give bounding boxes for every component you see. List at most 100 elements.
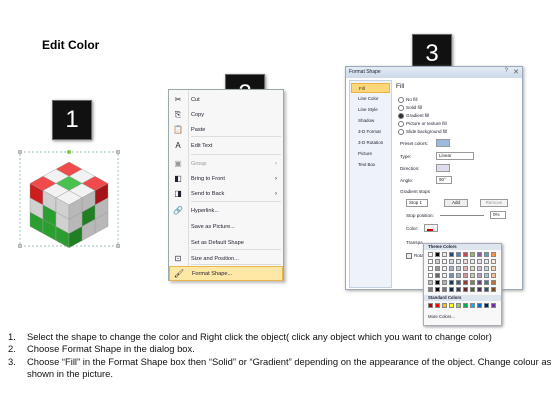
theme-color-swatch[interactable] xyxy=(477,266,482,271)
menu-item-cut[interactable]: ✂ Cut xyxy=(169,92,283,107)
nav-item-line-style[interactable]: Line Style xyxy=(351,105,390,115)
theme-color-swatch[interactable] xyxy=(484,287,489,292)
cube-shape[interactable] xyxy=(18,150,120,248)
theme-color-swatch[interactable] xyxy=(484,259,489,264)
theme-color-swatch[interactable] xyxy=(456,266,461,271)
theme-color-swatch[interactable] xyxy=(470,287,475,292)
theme-color-swatch[interactable] xyxy=(428,259,433,264)
theme-color-swatch[interactable] xyxy=(477,287,482,292)
theme-color-swatch[interactable] xyxy=(491,287,496,292)
theme-color-swatch[interactable] xyxy=(456,273,461,278)
theme-color-swatch[interactable] xyxy=(442,280,447,285)
stop-position-slider[interactable] xyxy=(440,215,484,216)
nav-item-3-d-rotation[interactable]: 3-D Rotation xyxy=(351,138,390,148)
menu-item-edit-text[interactable]: A Edit Text xyxy=(169,138,283,153)
standard-color-swatch[interactable] xyxy=(491,303,496,308)
theme-color-swatch[interactable] xyxy=(428,280,433,285)
nav-item-3-d-format[interactable]: 3-D Format xyxy=(351,127,390,137)
theme-color-swatch[interactable] xyxy=(449,287,454,292)
theme-color-swatch[interactable] xyxy=(428,266,433,271)
theme-color-swatch[interactable] xyxy=(470,259,475,264)
theme-color-swatch[interactable] xyxy=(491,280,496,285)
nav-item-line-color[interactable]: Line Color xyxy=(351,94,390,104)
theme-color-swatch[interactable] xyxy=(449,259,454,264)
fill-option-solid[interactable]: Solid fill xyxy=(398,105,422,111)
fill-option-none[interactable]: No fill xyxy=(398,97,418,103)
nav-item-shadow[interactable]: Shadow xyxy=(351,116,390,126)
theme-color-swatch[interactable] xyxy=(470,252,475,257)
menu-item-bring-to-front[interactable]: ◧ Bring to Front › xyxy=(169,171,283,186)
theme-color-swatch[interactable] xyxy=(449,280,454,285)
standard-color-swatch[interactable] xyxy=(428,303,433,308)
menu-item-send-to-back[interactable]: ◨ Send to Back › xyxy=(169,186,283,201)
preset-colors-button[interactable] xyxy=(436,139,450,147)
theme-color-swatch[interactable] xyxy=(491,259,496,264)
theme-color-swatch[interactable] xyxy=(435,252,440,257)
menu-item-format-shape[interactable]: 🖌 Format Shape... xyxy=(169,266,283,281)
type-select[interactable]: Linear xyxy=(436,152,474,160)
theme-color-swatch[interactable] xyxy=(442,273,447,278)
theme-color-swatch[interactable] xyxy=(484,266,489,271)
theme-color-swatch[interactable] xyxy=(463,252,468,257)
standard-color-swatch[interactable] xyxy=(449,303,454,308)
standard-color-swatch[interactable] xyxy=(463,303,468,308)
fill-option-picture[interactable]: Picture or texture fill xyxy=(398,121,447,127)
direction-button[interactable] xyxy=(436,164,450,172)
theme-color-swatch[interactable] xyxy=(442,287,447,292)
theme-color-swatch[interactable] xyxy=(449,273,454,278)
theme-color-swatch[interactable] xyxy=(463,259,468,264)
theme-color-swatch[interactable] xyxy=(477,273,482,278)
theme-color-swatch[interactable] xyxy=(442,266,447,271)
theme-color-swatch[interactable] xyxy=(449,252,454,257)
nav-item-picture[interactable]: Picture xyxy=(351,149,390,159)
theme-color-swatch[interactable] xyxy=(491,266,496,271)
menu-item-hyperlink[interactable]: 🔗 Hyperlink... xyxy=(169,203,283,218)
standard-color-swatch[interactable] xyxy=(442,303,447,308)
stop-select[interactable]: Stop 1 xyxy=(406,199,428,207)
theme-color-swatch[interactable] xyxy=(442,259,447,264)
theme-color-swatch[interactable] xyxy=(484,273,489,278)
theme-color-swatch[interactable] xyxy=(470,273,475,278)
theme-color-swatch[interactable] xyxy=(442,252,447,257)
theme-color-swatch[interactable] xyxy=(491,252,496,257)
theme-color-swatch[interactable] xyxy=(463,280,468,285)
theme-color-swatch[interactable] xyxy=(435,287,440,292)
theme-color-swatch[interactable] xyxy=(470,266,475,271)
menu-item-save-as-picture[interactable]: Save as Picture... xyxy=(169,219,283,234)
theme-color-swatch[interactable] xyxy=(428,273,433,278)
theme-color-swatch[interactable] xyxy=(435,280,440,285)
fill-option-gradient[interactable]: Gradient fill xyxy=(398,113,429,119)
standard-color-swatch[interactable] xyxy=(470,303,475,308)
standard-color-swatch[interactable] xyxy=(484,303,489,308)
standard-color-swatch[interactable] xyxy=(456,303,461,308)
stop-position-input[interactable]: 0% xyxy=(490,211,506,219)
help-icon[interactable]: ? xyxy=(505,68,508,74)
theme-color-swatch[interactable] xyxy=(435,273,440,278)
theme-color-swatch[interactable] xyxy=(477,280,482,285)
theme-color-swatch[interactable] xyxy=(456,259,461,264)
theme-color-swatch[interactable] xyxy=(435,259,440,264)
color-picker-button[interactable] xyxy=(424,224,438,232)
add-stop-button[interactable]: Add xyxy=(444,199,468,207)
theme-color-swatch[interactable] xyxy=(428,287,433,292)
standard-color-swatch[interactable] xyxy=(435,303,440,308)
theme-color-swatch[interactable] xyxy=(463,287,468,292)
nav-item-text-box[interactable]: Text Box xyxy=(351,160,390,170)
theme-color-swatch[interactable] xyxy=(470,280,475,285)
close-icon[interactable]: ✕ xyxy=(513,68,519,76)
theme-color-swatch[interactable] xyxy=(484,252,489,257)
theme-color-swatch[interactable] xyxy=(463,266,468,271)
theme-color-swatch[interactable] xyxy=(477,252,482,257)
menu-item-group[interactable]: ▣ Group › xyxy=(169,156,283,171)
theme-color-swatch[interactable] xyxy=(449,266,454,271)
theme-color-swatch[interactable] xyxy=(456,287,461,292)
theme-color-swatch[interactable] xyxy=(463,273,468,278)
menu-item-paste[interactable]: 📋 Paste xyxy=(169,122,283,137)
menu-item-set-as-default-shape[interactable]: Set as Default Shape xyxy=(169,235,283,250)
theme-color-swatch[interactable] xyxy=(456,280,461,285)
theme-color-swatch[interactable] xyxy=(435,266,440,271)
remove-stop-button[interactable]: Remove xyxy=(480,199,508,207)
theme-color-swatch[interactable] xyxy=(484,280,489,285)
angle-input[interactable]: 90° xyxy=(436,176,452,184)
theme-color-swatch[interactable] xyxy=(428,252,433,257)
